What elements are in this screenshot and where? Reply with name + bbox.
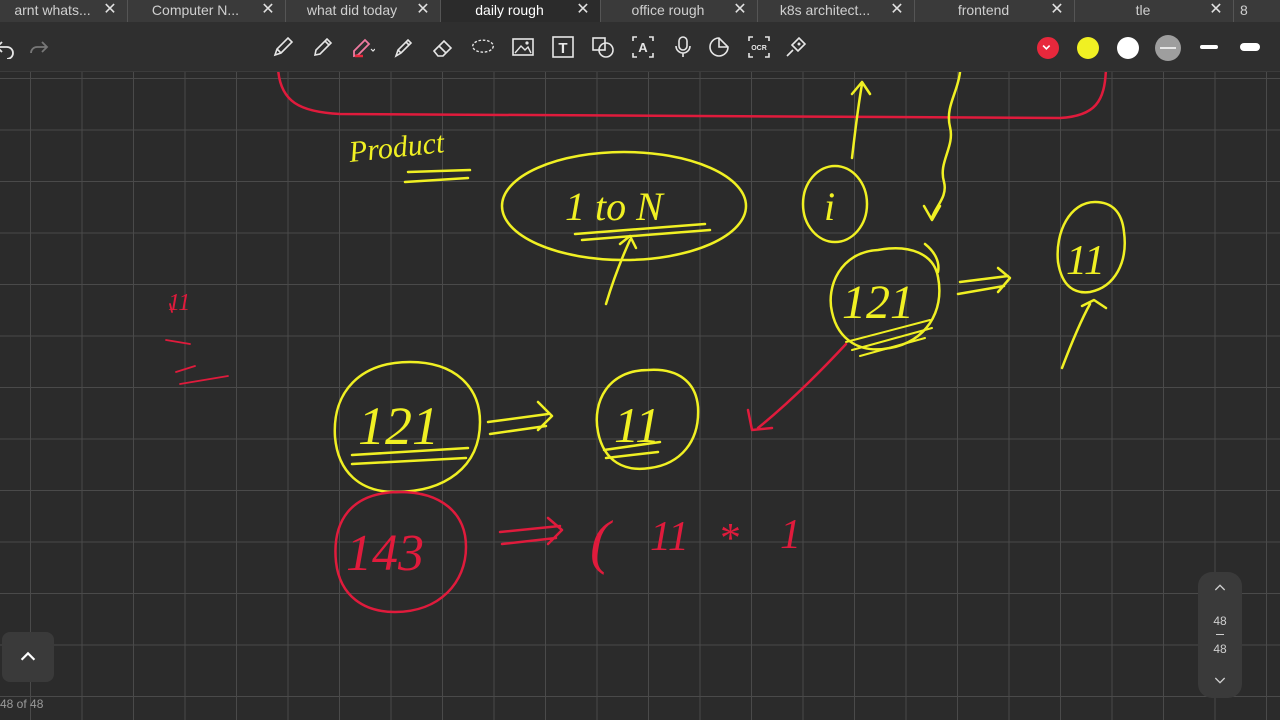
color-swatch-red[interactable] (1037, 37, 1059, 59)
ink-text-product: Product (346, 126, 446, 169)
shapes-icon[interactable] (590, 34, 616, 60)
text-tool-glyph: T (558, 40, 567, 57)
lasso-icon[interactable] (470, 34, 496, 60)
eraser-icon[interactable] (430, 34, 456, 60)
ink-text-11-mid: 11 (614, 397, 660, 453)
page-up-button[interactable] (1198, 580, 1242, 599)
stroke-thick[interactable] (1240, 43, 1260, 51)
arrow-up-i (850, 80, 872, 160)
ink-text-1-to-n: 1 to N (565, 184, 665, 229)
red-bracket-stroke (277, 72, 1108, 120)
app-window: arnt whats... ✕ Computer N... ✕ what did… (0, 0, 1280, 720)
text-icon[interactable]: T (550, 34, 576, 60)
redo-icon[interactable] (26, 34, 52, 60)
close-icon[interactable]: ✕ (890, 0, 904, 20)
page-total: 48 (1213, 642, 1227, 656)
tab-count[interactable]: 8 (1234, 0, 1248, 22)
ink-text-expr-star: * (718, 516, 739, 562)
tab-1[interactable]: Computer N... ✕ (128, 0, 286, 22)
close-icon[interactable]: ✕ (1209, 0, 1223, 20)
chevron-down-icon (1214, 677, 1226, 684)
pen-icon[interactable] (270, 34, 296, 60)
ocr-label: OCR (751, 45, 767, 52)
red-double-arrow (498, 516, 564, 546)
stroke-thin[interactable] (1200, 45, 1218, 49)
image-icon[interactable] (510, 34, 536, 60)
tab-4[interactable]: office rough ✕ (601, 0, 758, 22)
tab-0[interactable]: arnt whats... ✕ (0, 0, 128, 22)
chevron-up-icon (1214, 584, 1226, 591)
undo-icon[interactable] (0, 34, 18, 60)
close-icon[interactable]: ✕ (733, 0, 747, 20)
ink-text-paren: ( (590, 509, 614, 575)
color-swatch-gray[interactable] (1155, 35, 1181, 61)
page-separator (1216, 634, 1224, 635)
ink-text-143: 143 (346, 525, 424, 582)
red-small-notes (165, 303, 229, 385)
close-icon[interactable]: ✕ (1050, 0, 1064, 20)
tab-5[interactable]: k8s architect... ✕ (758, 0, 915, 22)
arrow-up-11-right (1060, 298, 1108, 370)
marker-icon[interactable] (390, 34, 416, 60)
page-indicator: 48 of 48 (0, 697, 44, 711)
selected-check-icon (1042, 44, 1051, 50)
chevron-up-icon (20, 651, 36, 661)
toolbar: T A OCR (0, 22, 1280, 72)
tab-7[interactable]: tle ✕ (1075, 0, 1234, 22)
page-down-button[interactable] (1198, 672, 1242, 691)
minus-icon (1160, 47, 1176, 49)
ink-text-121-left: 121 (358, 396, 439, 456)
color-swatch-white[interactable] (1117, 37, 1139, 59)
close-icon[interactable]: ✕ (576, 0, 590, 20)
note-canvas[interactable]: Product 1 to N i 121 11 121 11 143 ( 11 … (0, 72, 1280, 720)
ink-layer: Product 1 to N i 121 11 121 11 143 ( 11 … (165, 72, 1126, 614)
color-swatch-yellow[interactable] (1077, 37, 1099, 59)
double-arrow-top (956, 266, 1012, 296)
ocr-icon[interactable]: OCR (746, 34, 772, 60)
sticker-icon[interactable] (706, 34, 732, 60)
microphone-icon[interactable] (670, 34, 696, 60)
ink-text-expr-11: 11 (650, 514, 689, 560)
collapse-button[interactable] (2, 632, 54, 682)
ink-text-11-right: 11 (1066, 238, 1105, 284)
text-recognition-icon[interactable]: A (630, 34, 656, 60)
tab-3-active[interactable]: daily rough ✕ (441, 0, 601, 22)
double-arrow-left (486, 400, 554, 436)
recognize-glyph: A (638, 40, 648, 55)
page-navigator: 48 48 (1198, 572, 1242, 698)
ink-text-121-top: 121 (842, 276, 914, 329)
highlighter-icon[interactable] (350, 34, 376, 60)
close-icon[interactable]: ✕ (261, 0, 275, 20)
ink-text-small-11: 11 (168, 290, 190, 316)
ink-text-expr-1: 1 (780, 512, 801, 558)
pencil-icon[interactable] (310, 34, 336, 60)
tab-6[interactable]: frontend ✕ (915, 0, 1075, 22)
laser-pointer-icon[interactable] (783, 34, 809, 60)
arrow-up-1-to-n (604, 234, 638, 306)
page-current: 48 (1213, 614, 1227, 628)
close-icon[interactable]: ✕ (103, 0, 117, 20)
close-icon[interactable]: ✕ (416, 0, 430, 20)
red-arrow-diagonal (746, 342, 848, 432)
tab-bar: arnt whats... ✕ Computer N... ✕ what did… (0, 0, 1280, 22)
product-underline (403, 168, 472, 184)
tab-2[interactable]: what did today ✕ (286, 0, 441, 22)
ink-text-i: i (824, 184, 835, 229)
wavy-arrow-down (922, 72, 962, 222)
